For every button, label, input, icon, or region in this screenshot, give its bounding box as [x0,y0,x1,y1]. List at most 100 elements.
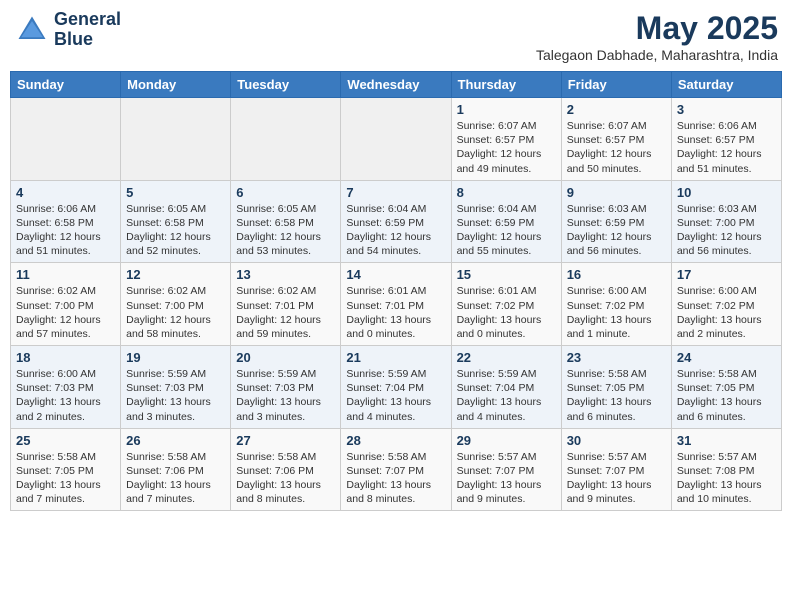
title-block: May 2025 Talegaon Dabhade, Maharashtra, … [536,10,778,63]
day-number: 6 [236,185,335,200]
day-number: 23 [567,350,666,365]
calendar-cell: 25 Sunrise: 5:58 AM Sunset: 7:05 PM Dayli… [11,428,121,511]
day-number: 3 [677,102,776,117]
day-number: 20 [236,350,335,365]
day-number: 29 [457,433,556,448]
weekday-header-sunday: Sunday [11,72,121,98]
calendar-cell: 14 Sunrise: 6:01 AM Sunset: 7:01 PM Dayli… [341,263,451,346]
calendar-cell: 11 Sunrise: 6:02 AM Sunset: 7:00 PM Dayli… [11,263,121,346]
day-info: Sunrise: 6:05 AM Sunset: 6:58 PM Dayligh… [236,202,335,259]
calendar-cell: 27 Sunrise: 5:58 AM Sunset: 7:06 PM Dayli… [231,428,341,511]
calendar-cell: 29Sunrise: 5:57 AM Sunset: 7:07 PM Dayli… [451,428,561,511]
day-info: Sunrise: 5:57 AM Sunset: 7:07 PM Dayligh… [567,450,666,507]
day-number: 5 [126,185,225,200]
calendar-cell: 8 Sunrise: 6:04 AM Sunset: 6:59 PM Daylig… [451,180,561,263]
weekday-header-friday: Friday [561,72,671,98]
calendar: SundayMondayTuesdayWednesdayThursdayFrid… [10,71,782,511]
day-number: 25 [16,433,115,448]
calendar-cell: 6 Sunrise: 6:05 AM Sunset: 6:58 PM Daylig… [231,180,341,263]
calendar-cell: 10Sunrise: 6:03 AM Sunset: 7:00 PM Dayli… [671,180,781,263]
day-number: 27 [236,433,335,448]
day-info: Sunrise: 6:03 AM Sunset: 7:00 PM Dayligh… [677,202,776,259]
location: Talegaon Dabhade, Maharashtra, India [536,47,778,63]
day-number: 9 [567,185,666,200]
calendar-cell: 4 Sunrise: 6:06 AM Sunset: 6:58 PM Daylig… [11,180,121,263]
week-row-5: 25 Sunrise: 5:58 AM Sunset: 7:05 PM Dayli… [11,428,782,511]
day-number: 21 [346,350,445,365]
logo-text: General Blue [54,10,121,50]
calendar-cell: 9 Sunrise: 6:03 AM Sunset: 6:59 PM Daylig… [561,180,671,263]
day-number: 30 [567,433,666,448]
day-info: Sunrise: 6:06 AM Sunset: 6:58 PM Dayligh… [16,202,115,259]
day-number: 17 [677,267,776,282]
calendar-cell: 18Sunrise: 6:00 AM Sunset: 7:03 PM Dayli… [11,346,121,429]
calendar-cell: 19 Sunrise: 5:59 AM Sunset: 7:03 PM Dayli… [121,346,231,429]
week-row-1: 1 Sunrise: 6:07 AM Sunset: 6:57 PM Daylig… [11,98,782,181]
day-info: Sunrise: 6:04 AM Sunset: 6:59 PM Dayligh… [457,202,556,259]
day-info: Sunrise: 5:58 AM Sunset: 7:07 PM Dayligh… [346,450,445,507]
day-info: Sunrise: 6:02 AM Sunset: 7:00 PM Dayligh… [126,284,225,341]
day-number: 26 [126,433,225,448]
weekday-header-tuesday: Tuesday [231,72,341,98]
weekday-header-wednesday: Wednesday [341,72,451,98]
day-number: 28 [346,433,445,448]
day-number: 31 [677,433,776,448]
day-number: 4 [16,185,115,200]
day-number: 24 [677,350,776,365]
day-info: Sunrise: 5:59 AM Sunset: 7:04 PM Dayligh… [346,367,445,424]
calendar-cell [11,98,121,181]
day-info: Sunrise: 6:04 AM Sunset: 6:59 PM Dayligh… [346,202,445,259]
logo-icon [14,12,50,48]
day-info: Sunrise: 6:07 AM Sunset: 6:57 PM Dayligh… [567,119,666,176]
calendar-cell: 26 Sunrise: 5:58 AM Sunset: 7:06 PM Dayli… [121,428,231,511]
day-info: Sunrise: 6:02 AM Sunset: 7:00 PM Dayligh… [16,284,115,341]
calendar-cell: 2 Sunrise: 6:07 AM Sunset: 6:57 PM Daylig… [561,98,671,181]
month-year: May 2025 [536,10,778,47]
calendar-cell: 23 Sunrise: 5:58 AM Sunset: 7:05 PM Dayli… [561,346,671,429]
day-number: 11 [16,267,115,282]
calendar-cell: 22 Sunrise: 5:59 AM Sunset: 7:04 PM Dayli… [451,346,561,429]
weekday-header-monday: Monday [121,72,231,98]
day-info: Sunrise: 5:58 AM Sunset: 7:06 PM Dayligh… [236,450,335,507]
day-number: 12 [126,267,225,282]
day-number: 1 [457,102,556,117]
weekday-header-row: SundayMondayTuesdayWednesdayThursdayFrid… [11,72,782,98]
calendar-cell: 31Sunrise: 5:57 AM Sunset: 7:08 PM Dayli… [671,428,781,511]
page-header: General Blue May 2025 Talegaon Dabhade, … [10,10,782,63]
day-info: Sunrise: 6:05 AM Sunset: 6:58 PM Dayligh… [126,202,225,259]
day-info: Sunrise: 5:59 AM Sunset: 7:03 PM Dayligh… [126,367,225,424]
calendar-cell: 17 Sunrise: 6:00 AM Sunset: 7:02 PM Dayli… [671,263,781,346]
day-info: Sunrise: 5:58 AM Sunset: 7:06 PM Dayligh… [126,450,225,507]
day-number: 19 [126,350,225,365]
day-info: Sunrise: 6:02 AM Sunset: 7:01 PM Dayligh… [236,284,335,341]
day-info: Sunrise: 5:59 AM Sunset: 7:04 PM Dayligh… [457,367,556,424]
day-number: 14 [346,267,445,282]
calendar-cell: 5 Sunrise: 6:05 AM Sunset: 6:58 PM Daylig… [121,180,231,263]
day-number: 13 [236,267,335,282]
day-number: 15 [457,267,556,282]
day-info: Sunrise: 6:01 AM Sunset: 7:01 PM Dayligh… [346,284,445,341]
day-info: Sunrise: 6:00 AM Sunset: 7:02 PM Dayligh… [677,284,776,341]
day-info: Sunrise: 6:03 AM Sunset: 6:59 PM Dayligh… [567,202,666,259]
day-number: 8 [457,185,556,200]
week-row-2: 4 Sunrise: 6:06 AM Sunset: 6:58 PM Daylig… [11,180,782,263]
calendar-cell: 16Sunrise: 6:00 AM Sunset: 7:02 PM Dayli… [561,263,671,346]
calendar-cell: 30 Sunrise: 5:57 AM Sunset: 7:07 PM Dayli… [561,428,671,511]
calendar-cell [121,98,231,181]
calendar-cell: 21 Sunrise: 5:59 AM Sunset: 7:04 PM Dayli… [341,346,451,429]
day-number: 22 [457,350,556,365]
weekday-header-thursday: Thursday [451,72,561,98]
calendar-cell: 28 Sunrise: 5:58 AM Sunset: 7:07 PM Dayli… [341,428,451,511]
day-number: 16 [567,267,666,282]
week-row-3: 11 Sunrise: 6:02 AM Sunset: 7:00 PM Dayli… [11,263,782,346]
day-info: Sunrise: 5:58 AM Sunset: 7:05 PM Dayligh… [567,367,666,424]
day-info: Sunrise: 5:58 AM Sunset: 7:05 PM Dayligh… [16,450,115,507]
calendar-cell: 12 Sunrise: 6:02 AM Sunset: 7:00 PM Dayli… [121,263,231,346]
day-info: Sunrise: 6:06 AM Sunset: 6:57 PM Dayligh… [677,119,776,176]
day-info: Sunrise: 6:00 AM Sunset: 7:03 PM Dayligh… [16,367,115,424]
calendar-cell: 13 Sunrise: 6:02 AM Sunset: 7:01 PM Dayli… [231,263,341,346]
day-number: 7 [346,185,445,200]
calendar-cell [341,98,451,181]
day-number: 2 [567,102,666,117]
day-info: Sunrise: 5:59 AM Sunset: 7:03 PM Dayligh… [236,367,335,424]
